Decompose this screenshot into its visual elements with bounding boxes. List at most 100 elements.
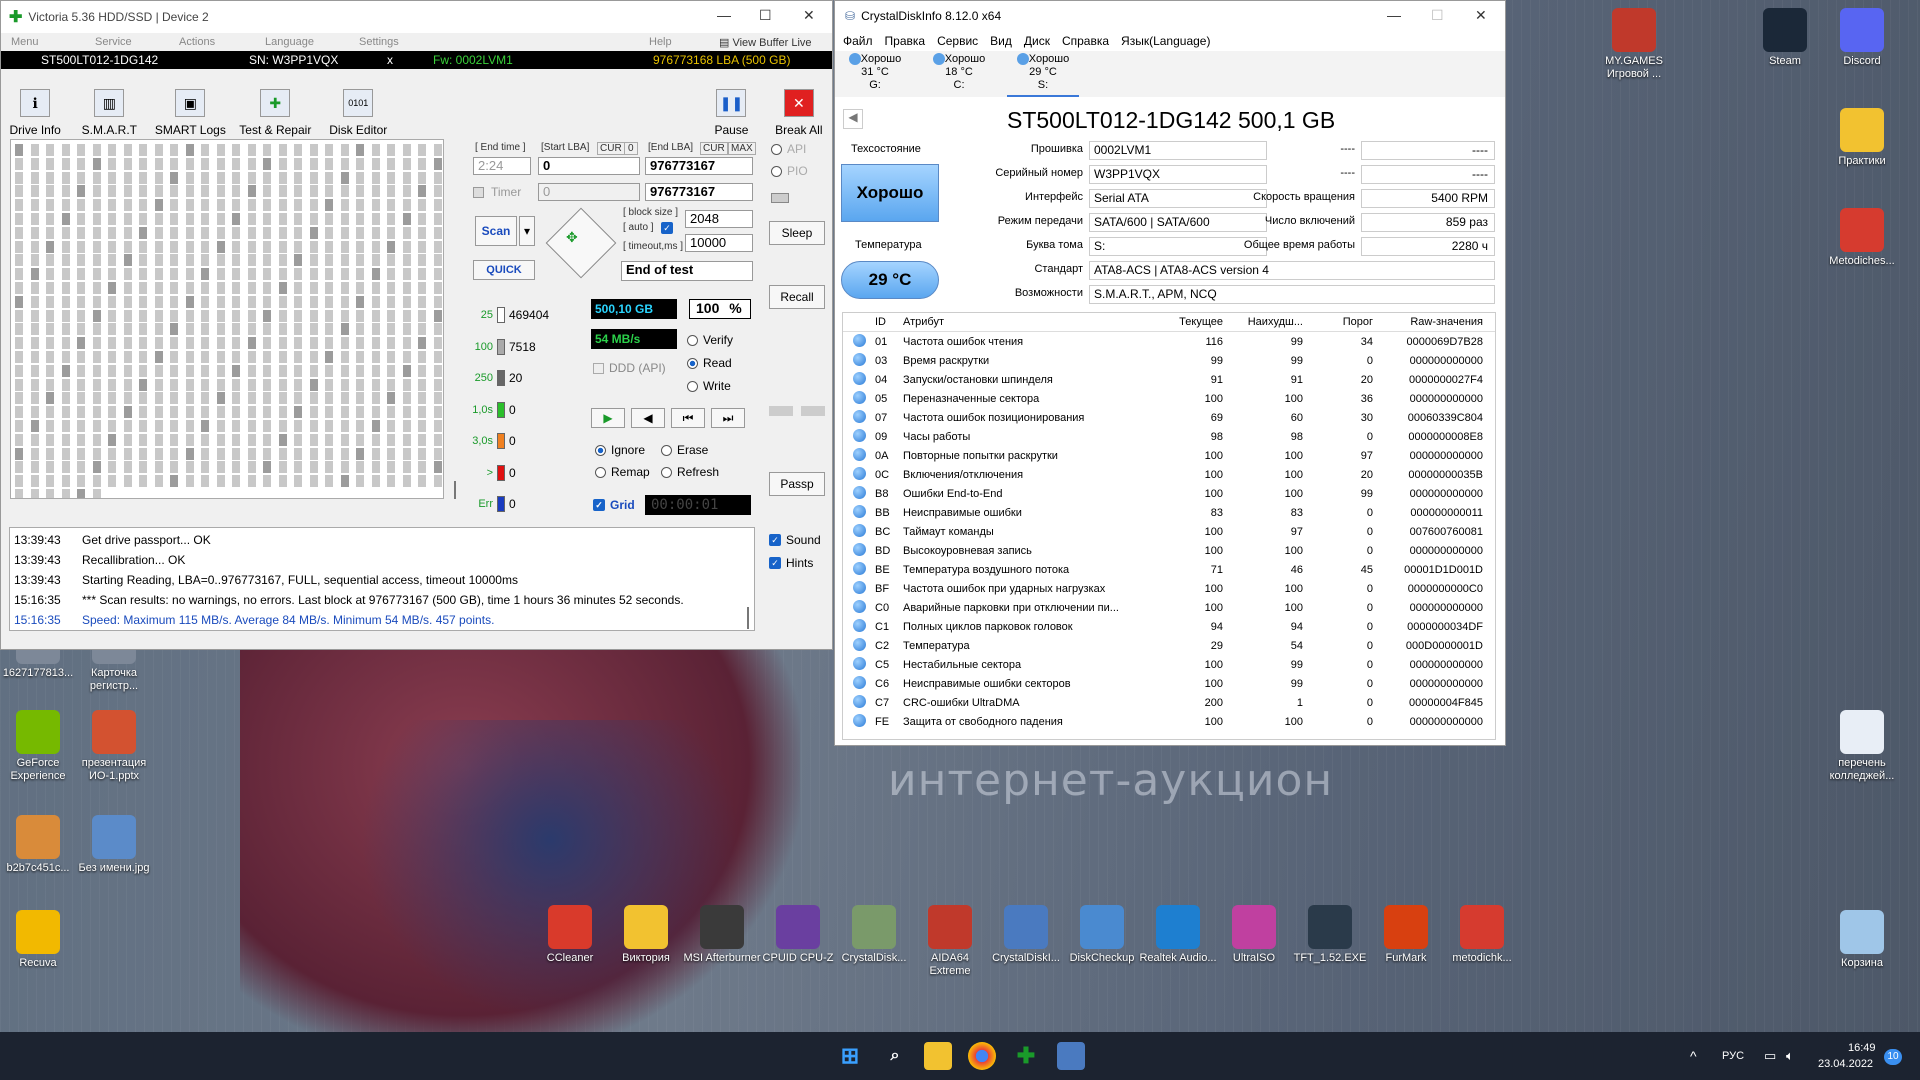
end-lba-field-2[interactable]: 976773167 xyxy=(645,183,753,201)
smart-row[interactable]: C5 Нестабильные сектора 100 99 0 000000000000 xyxy=(843,655,1495,674)
desktop-shortcut[interactable]: Realtek Audio... xyxy=(1138,905,1218,965)
desktop-shortcut[interactable]: UltraISO xyxy=(1214,905,1294,965)
quick-button[interactable]: QUICK xyxy=(473,260,535,280)
smart-row[interactable]: C2 Температура 29 54 0 000D0000001D xyxy=(843,636,1495,655)
ddd-checkbox[interactable] xyxy=(593,363,604,374)
desktop-shortcut[interactable]: перечень колледжей... xyxy=(1822,710,1902,783)
log-scrollbar[interactable] xyxy=(747,607,749,629)
zero-label[interactable]: 0 xyxy=(624,142,638,155)
crystaldisk-taskbar-icon[interactable] xyxy=(1057,1042,1085,1070)
menu-service[interactable]: Service xyxy=(95,36,179,48)
view-buffer-link[interactable]: ▤ View Buffer Live xyxy=(719,36,812,49)
write-radio[interactable]: Write xyxy=(687,379,731,393)
scan-dropdown[interactable]: ▾ xyxy=(519,216,535,246)
header-worst[interactable]: Наихудш... xyxy=(1223,316,1303,328)
victoria-taskbar-icon[interactable]: ✚ xyxy=(1012,1042,1040,1070)
desktop-shortcut[interactable]: GeForce Experience xyxy=(0,710,78,783)
api-radio[interactable]: API xyxy=(771,142,806,156)
start-lba-field[interactable]: 0 xyxy=(538,157,640,175)
header-thr[interactable]: Порог xyxy=(1303,316,1373,328)
desktop-shortcut[interactable]: metodichk... xyxy=(1442,905,1522,965)
tray-chevron-icon[interactable]: ^ xyxy=(1690,1048,1697,1064)
refresh-radio[interactable]: Refresh xyxy=(661,465,719,479)
disk-editor-button[interactable]: 0101 Disk Editor xyxy=(319,89,397,137)
crystal-menu-item[interactable]: Сервис xyxy=(937,34,978,48)
desktop-shortcut[interactable]: CPUID CPU-Z xyxy=(758,905,838,965)
header-id[interactable]: ID xyxy=(875,316,903,328)
desktop-shortcut[interactable]: CCleaner xyxy=(530,905,610,965)
desktop-shortcut[interactable]: FurMark xyxy=(1366,905,1446,965)
desktop-shortcut[interactable]: Metodiches... xyxy=(1822,208,1902,268)
cur-label-1[interactable]: CUR xyxy=(597,142,625,155)
timeout-field[interactable]: 10000 xyxy=(685,234,753,252)
header-cur[interactable]: Текущее xyxy=(1159,316,1223,328)
hints-toggle[interactable]: ✓ Hints xyxy=(769,556,813,570)
end-of-test-select[interactable]: End of test xyxy=(621,261,753,281)
desktop-shortcut[interactable]: MSI Afterburner xyxy=(682,905,762,965)
disk-tab[interactable]: Хорошо 31 °C G: xyxy=(839,51,911,97)
smart-row[interactable]: BD Высокоуровневая запись 100 100 0 000000000… xyxy=(843,541,1495,560)
smart-row[interactable]: BB Неисправимые ошибки 83 83 0 000000000011 xyxy=(843,503,1495,522)
clock-date[interactable]: 23.04.2022 xyxy=(1818,1058,1873,1070)
max-label[interactable]: MAX xyxy=(728,142,756,155)
minimize-icon[interactable]: — xyxy=(717,7,731,23)
header-raw[interactable]: Raw-значения xyxy=(1373,316,1483,328)
desktop-shortcut[interactable]: CrystalDiskI... xyxy=(986,905,1066,965)
desktop-shortcut[interactable]: Корзина xyxy=(1822,910,1902,970)
test-repair-button[interactable]: ✚ Test & Repair xyxy=(231,89,319,137)
smart-row[interactable]: 09 Часы работы 98 98 0 0000000008E8 xyxy=(843,427,1495,446)
end-time-field[interactable]: 2:24 xyxy=(473,157,531,175)
victoria-titlebar[interactable]: ✚ Victoria 5.36 HDD/SSD | Device 2 — ☐ ✕ xyxy=(1,1,832,33)
smart-row[interactable]: BE Температура воздушного потока 71 46 45 000… xyxy=(843,560,1495,579)
smart-row[interactable]: 01 Частота ошибок чтения 116 99 34 0000069D7B… xyxy=(843,332,1495,351)
menu-help[interactable]: Help xyxy=(649,36,719,48)
start-icon[interactable]: ⊞ xyxy=(836,1042,864,1070)
explorer-icon[interactable] xyxy=(924,1042,952,1070)
crystal-menu-item[interactable]: Справка xyxy=(1062,34,1109,48)
crystal-titlebar[interactable]: ⛁ CrystalDiskInfo 8.12.0 x64 — ☐ ✕ xyxy=(835,1,1505,31)
timer-checkbox[interactable] xyxy=(473,187,484,198)
crystal-menu-item[interactable]: Язык(Language) xyxy=(1121,34,1210,48)
smart-row[interactable]: 07 Частота ошибок позиционирования 69 60 30 0… xyxy=(843,408,1495,427)
smart-logs-button[interactable]: ▣ SMART Logs xyxy=(149,89,231,137)
desktop-shortcut[interactable]: b2b7c451c... xyxy=(0,815,78,875)
desktop-shortcut[interactable]: презентация ИО-1.pptx xyxy=(74,710,154,783)
crystal-menu-item[interactable]: Диск xyxy=(1024,34,1050,48)
volume-icon[interactable]: 🔈︎ xyxy=(1786,1048,1794,1064)
smart-row[interactable]: BC Таймаут команды 100 97 0 007600760081 xyxy=(843,522,1495,541)
desktop-shortcut[interactable]: Discord xyxy=(1822,8,1902,68)
crystal-menu-item[interactable]: Правка xyxy=(885,34,926,48)
smart-row[interactable]: 03 Время раскрутки 99 99 0 000000000000 xyxy=(843,351,1495,370)
minimize-icon[interactable]: — xyxy=(1387,7,1401,23)
smart-row[interactable]: C7 CRC-ошибки UltraDMA 200 1 0 00000004F845 xyxy=(843,693,1495,712)
auto-checkbox[interactable]: ✓ xyxy=(661,222,673,234)
scan-button[interactable]: Scan xyxy=(475,216,517,246)
smart-row[interactable]: C1 Полных циклов парковок головок 94 94 0 000… xyxy=(843,617,1495,636)
desktop-shortcut[interactable]: TFT_1.52.EXE xyxy=(1290,905,1370,965)
pause-button[interactable]: ❚❚ Pause xyxy=(697,89,765,137)
crystal-menu-item[interactable]: Файл xyxy=(843,34,873,48)
smart-row[interactable]: FE Защита от свободного падения 100 100 0 000… xyxy=(843,712,1495,731)
desktop-shortcut[interactable]: MY.GAMES Игровой ... xyxy=(1594,8,1674,81)
close-icon[interactable]: ✕ xyxy=(1475,7,1487,24)
break-all-button[interactable]: ✕ Break All xyxy=(766,89,832,137)
header-attr[interactable]: Атрибут xyxy=(903,316,1159,328)
block-size-field[interactable]: 2048 xyxy=(685,210,753,228)
direction-pad[interactable] xyxy=(545,207,617,279)
smart-row[interactable]: BF Частота ошибок при ударных нагрузках 10… xyxy=(843,579,1495,598)
maximize-icon[interactable]: ☐ xyxy=(759,7,772,24)
crystal-menu-item[interactable]: Вид xyxy=(990,34,1012,48)
ignore-radio[interactable]: Ignore xyxy=(595,443,645,457)
play-icon[interactable]: ▶ xyxy=(591,408,625,428)
end-lba-field[interactable]: 976773167 xyxy=(645,157,753,175)
sound-toggle[interactable]: ✓ Sound xyxy=(769,533,821,547)
verify-radio[interactable]: Verify xyxy=(687,333,733,347)
desktop-shortcut[interactable]: Виктория xyxy=(606,905,686,965)
desktop-shortcut[interactable]: AIDA64 Extreme xyxy=(910,905,990,978)
notification-badge[interactable]: 10 xyxy=(1884,1049,1902,1065)
desktop-shortcut[interactable]: Практики xyxy=(1822,108,1902,168)
smart-row[interactable]: B8 Ошибки End-to-End 100 100 99 000000000000 xyxy=(843,484,1495,503)
drive-info-button[interactable]: ℹ Drive Info xyxy=(1,89,69,137)
desktop-shortcut[interactable]: Steam xyxy=(1745,8,1825,68)
timer-field[interactable]: 0 xyxy=(538,183,640,201)
